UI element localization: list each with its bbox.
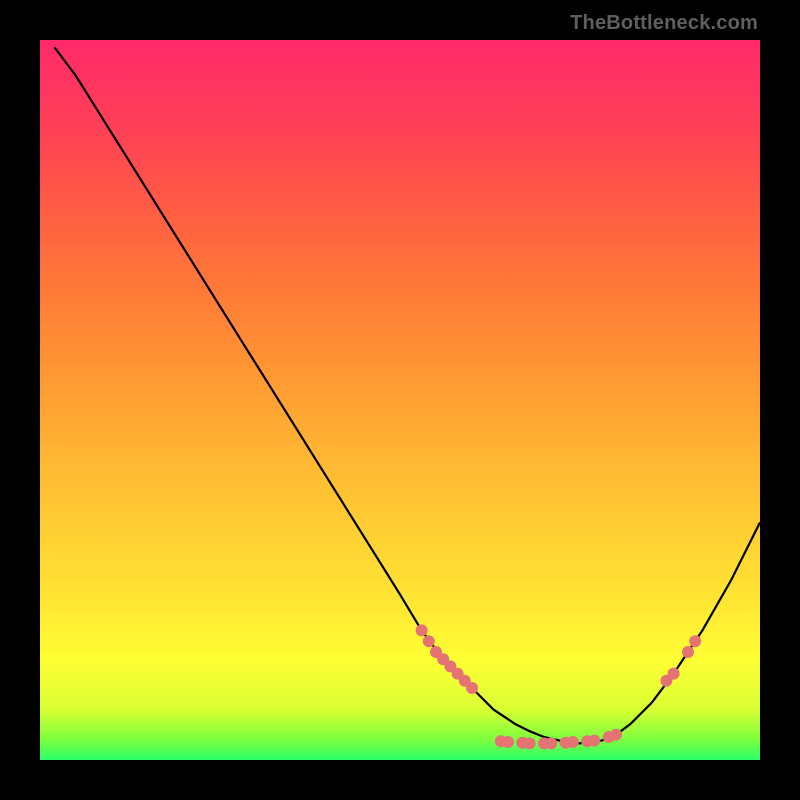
data-point bbox=[682, 646, 694, 658]
data-point bbox=[588, 735, 600, 747]
data-point bbox=[466, 682, 478, 694]
data-point bbox=[567, 736, 579, 748]
chart-container: TheBottleneck.com bbox=[0, 0, 800, 800]
data-markers bbox=[416, 624, 702, 749]
data-point bbox=[668, 668, 680, 680]
plot-area bbox=[40, 40, 760, 760]
watermark-text: TheBottleneck.com bbox=[570, 12, 758, 35]
data-point bbox=[610, 729, 622, 741]
curve-svg bbox=[40, 40, 760, 760]
data-point bbox=[416, 624, 428, 636]
data-point bbox=[423, 635, 435, 647]
bottleneck-curve bbox=[54, 47, 760, 743]
data-point bbox=[545, 737, 557, 749]
data-point bbox=[689, 635, 701, 647]
data-point bbox=[524, 737, 536, 749]
data-point bbox=[502, 736, 514, 748]
